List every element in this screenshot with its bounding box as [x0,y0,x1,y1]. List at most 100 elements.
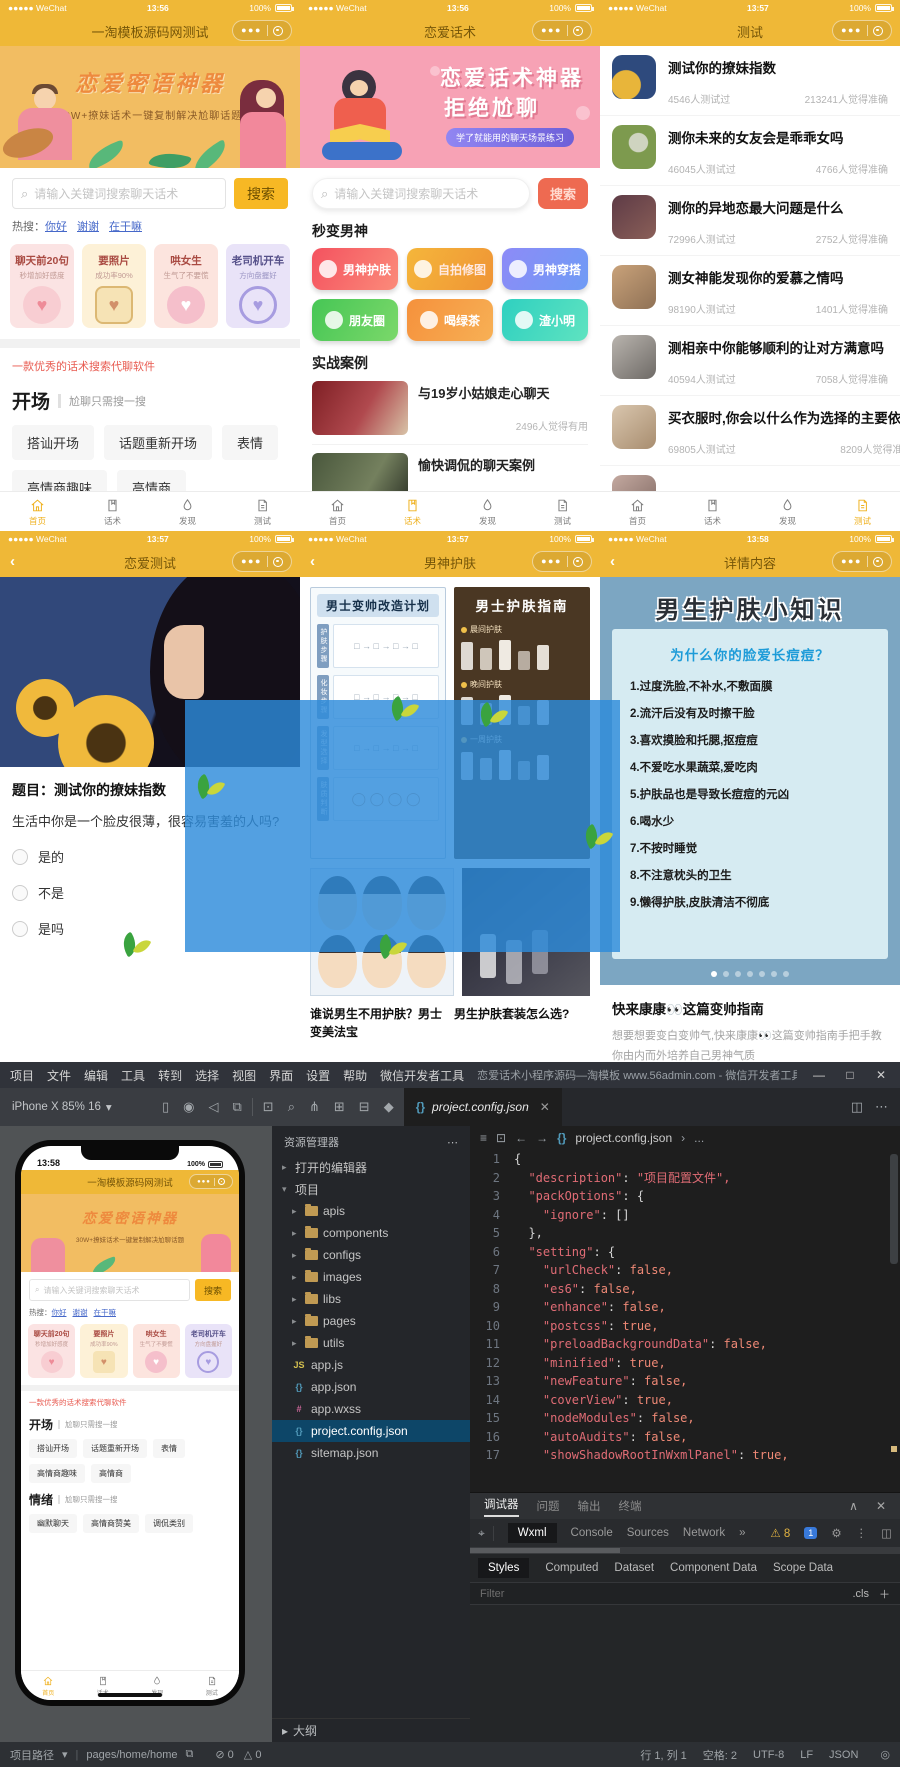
more-icon[interactable]: ●●● [241,26,262,35]
project-root-row[interactable]: ▾ 项目 [272,1178,470,1200]
file-icon[interactable]: ⊡ [496,1131,506,1145]
status-item[interactable]: JSON [829,1749,858,1761]
close-tab-icon[interactable]: ✕ [540,1100,550,1114]
search-input[interactable]: ⌕ [312,178,530,209]
close-target-icon[interactable] [272,25,283,36]
menu-item[interactable]: 工具 [121,1067,145,1084]
overflow-icon[interactable]: » [739,1527,745,1539]
hero-banner[interactable]: 恋爱密语神器 30W+撩妹话术一键复制解决尬聊话题 [0,46,300,168]
tab-test[interactable]: 测试 [185,1671,240,1700]
feature-card[interactable]: 要照片 成功率90% ♥ [80,1324,128,1378]
menu-icon[interactable]: ≡ [480,1131,487,1145]
back-icon[interactable]: ‹ [310,553,315,570]
status-item[interactable]: UTF-8 [753,1749,784,1761]
back-icon[interactable]: ‹ [610,553,615,570]
styles-tab[interactable]: Styles [478,1558,530,1578]
close-button[interactable]: ✕ [872,1068,890,1082]
close-icon[interactable]: ✕ [876,1499,886,1513]
menu-item[interactable]: 转到 [158,1067,182,1084]
topic-tag[interactable]: 高情商 [91,1464,131,1483]
test-list-item[interactable]: 买衣服时,你会以什么作为选择的主要依... 69805人测试过 8209人觉得准… [600,396,900,466]
folder-row[interactable]: ▸ images [272,1266,470,1288]
tab-test[interactable]: 测试 [225,492,300,531]
simulator-tool-icon[interactable]: ◉ [183,1099,194,1115]
editor-tool-icon[interactable]: ⊟ [359,1099,370,1115]
tab-home[interactable]: 首页 [300,492,375,531]
gear-icon[interactable]: ⚙ [831,1526,841,1540]
editor-tab[interactable]: {} project.config.json ✕ [403,1088,562,1126]
topic-tag[interactable]: 调侃类别 [145,1514,193,1533]
feature-card[interactable]: 要照片 成功率90% ♥ [82,244,146,328]
bell-icon[interactable]: ◎ [880,1748,890,1761]
mini-program-capsule[interactable]: ●●● [189,1174,233,1189]
device-selector[interactable]: iPhone X 85% 16 ▾ [0,1088,152,1126]
add-style-icon[interactable]: ＋ [879,1586,890,1602]
file-row[interactable]: JS app.js [272,1354,470,1376]
outline-section[interactable]: ▸ 大纲 [272,1718,470,1742]
file-row[interactable]: {} project.config.json [272,1420,470,1442]
category-card[interactable]: 男神护肤 [312,248,398,290]
horizontal-scrollbar[interactable] [470,1547,900,1554]
tab-home[interactable]: 首页 [600,492,675,531]
folder-row[interactable]: ▸ components [272,1222,470,1244]
collapse-icon[interactable]: ∧ [849,1499,858,1513]
sim-search-button[interactable]: 搜索 [195,1279,231,1301]
current-page-path[interactable]: pages/home/home [86,1749,177,1761]
copy-icon[interactable]: ⧉ [186,1748,194,1761]
category-card[interactable]: 喝绿茶 [407,299,493,341]
radio-icon[interactable] [12,920,28,937]
simulator-tool-icon[interactable]: ⧉ [233,1099,242,1115]
tab-scripts[interactable]: 话术 [75,492,150,531]
topic-tag[interactable]: 高情商趣味 [29,1464,85,1483]
devtools-tab[interactable]: Sources [627,1527,669,1539]
editor-tool-icon[interactable]: ⊞ [334,1099,345,1115]
radio-icon[interactable] [12,848,28,865]
status-item[interactable]: 行 1, 列 1 [640,1747,686,1763]
mini-program-capsule[interactable]: ●●● [532,551,592,572]
tab-scripts[interactable]: 话术 [675,492,750,531]
folder-row[interactable]: ▸ apis [272,1200,470,1222]
topic-tag[interactable]: 表情 [153,1439,185,1458]
tab-discover[interactable]: 发现 [750,492,825,531]
menu-item[interactable]: 编辑 [84,1067,108,1084]
topic-tag[interactable]: 搭讪开场 [12,425,95,460]
styles-tab[interactable]: Dataset [614,1562,654,1574]
menu-item[interactable]: 微信开发者工具 [380,1067,464,1084]
file-row[interactable]: # app.wxss [272,1398,470,1420]
mini-program-capsule[interactable]: ●●● [832,20,892,41]
kebab-icon[interactable]: ⋮ [856,1526,868,1540]
hero-banner[interactable]: 恋爱话术神器 拒绝尬聊 学了就能用的聊天场景练习 [300,46,600,168]
styles-tab[interactable]: Component Data [670,1562,757,1574]
tab-test[interactable]: 测试 [525,492,600,531]
file-row[interactable]: {} app.json [272,1376,470,1398]
more-icon[interactable]: ⋯ [875,1099,888,1115]
topic-tag[interactable]: 话题重新开场 [104,425,213,460]
debugger-tab[interactable]: 终端 [619,1498,642,1514]
devtools-tab[interactable]: Wxml [507,1523,557,1543]
split-panel-icon[interactable]: ◫ [851,1099,863,1115]
tab-home[interactable]: 首页 [0,492,75,531]
mini-program-capsule[interactable]: ●●● [232,551,292,572]
file-row[interactable]: {} sitemap.json [272,1442,470,1464]
menu-item[interactable]: 项目 [10,1067,34,1084]
editor-tool-icon[interactable]: ⌕ [288,1099,295,1115]
mini-program-capsule[interactable]: ●●● [832,551,892,572]
folder-row[interactable]: ▸ libs [272,1288,470,1310]
image-swiper[interactable]: 男生护肤小知识 为什么你的脸爱长痘痘？ 1.过度洗脸,不补水,不敷面膜 2.流汗后… [600,577,900,985]
feature-card[interactable]: 哄女生 生气了不要慌 ♥ [132,1324,180,1378]
folder-row[interactable]: ▸ pages [272,1310,470,1332]
topic-tag[interactable]: 话题重新开场 [83,1439,147,1458]
project-path-label[interactable]: 项目路径 [10,1747,54,1763]
menu-item[interactable]: 视图 [232,1067,256,1084]
dock-icon[interactable]: ◫ [881,1526,892,1540]
simulator-tool-icon[interactable]: ▯ [162,1099,169,1115]
back-icon[interactable]: ‹ [10,553,15,570]
code-area[interactable]: 1{ 2 "description": "项目配置文件", 3 "packOpt… [470,1150,900,1492]
menu-item[interactable]: 界面 [269,1067,293,1084]
editor-tool-icon[interactable]: ⊡ [263,1099,274,1115]
styles-tab[interactable]: Scope Data [773,1562,833,1574]
search-input[interactable]: ⌕ [12,178,226,209]
hot-search-link[interactable]: 在干嘛 [94,1307,117,1318]
filter-input[interactable]: Filter [480,1588,504,1600]
editor-tool-icon[interactable]: ◆ [384,1099,394,1115]
